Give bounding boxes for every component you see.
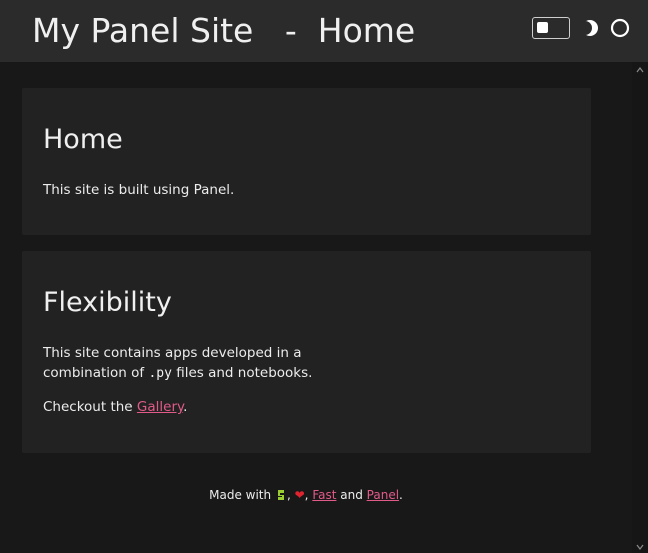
flexibility-description: This site contains apps developed in a c… xyxy=(43,343,343,384)
panel-link[interactable]: Panel xyxy=(367,488,399,502)
flexibility-heading: Flexibility xyxy=(43,287,172,318)
theme-toggle-switch[interactable] xyxy=(532,17,570,39)
sun-icon[interactable] xyxy=(610,18,630,38)
header-bar: My Panel Site - Home xyxy=(0,0,648,62)
vertical-scrollbar[interactable] xyxy=(632,62,648,553)
gallery-link[interactable]: Gallery xyxy=(137,399,183,415)
header-controls xyxy=(532,17,630,39)
footer-comma-2: , xyxy=(304,488,309,502)
flexibility-card: Flexibility This site contains apps deve… xyxy=(22,251,591,453)
title-separator: - xyxy=(284,11,297,50)
scroll-up-arrow-icon[interactable] xyxy=(636,66,644,74)
footer-and: and xyxy=(340,488,363,502)
main-content: Home This site is built using Panel. Fle… xyxy=(0,62,632,553)
home-description: This site is built using Panel. xyxy=(43,182,235,198)
moon-icon[interactable] xyxy=(578,18,600,38)
checkout-text: Checkout the Gallery. xyxy=(43,397,187,417)
home-heading: Home xyxy=(43,124,123,155)
fast-link[interactable]: Fast xyxy=(312,488,336,502)
footer-comma-1: , xyxy=(286,488,291,502)
footer-made-with: Made with xyxy=(209,488,272,502)
python-snake-icon xyxy=(275,489,287,501)
heart-icon: ❤ xyxy=(294,488,305,502)
checkout-post: . xyxy=(183,399,188,415)
home-card: Home This site is built using Panel. xyxy=(22,88,591,235)
footer-period: . xyxy=(399,488,403,502)
site-title: My Panel Site xyxy=(32,11,254,50)
checkout-pre: Checkout the xyxy=(43,399,137,415)
scroll-down-arrow-icon[interactable] xyxy=(636,543,644,551)
page-name: Home xyxy=(317,11,416,50)
footer: Made with , ❤, Fast and Panel. xyxy=(0,488,612,502)
toggle-knob xyxy=(537,22,548,33)
page-title: My Panel Site - Home xyxy=(32,9,415,53)
flexibility-text-post: files and notebooks. xyxy=(171,365,313,381)
py-code: .py xyxy=(148,366,172,381)
